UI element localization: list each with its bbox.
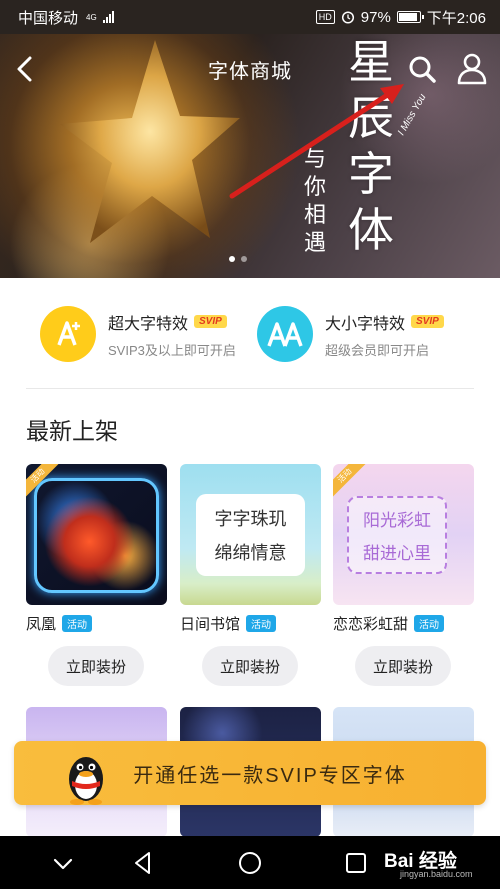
- carousel-dots: [229, 256, 247, 262]
- carousel-dot[interactable]: [241, 256, 247, 262]
- svip-badge: SVIP: [411, 315, 444, 328]
- battery-icon: [396, 11, 424, 23]
- carrier-label: 中国移动: [18, 9, 79, 27]
- activity-tag: 活动: [414, 615, 445, 632]
- font-name: 日间书馆: [180, 616, 241, 633]
- divider: [26, 388, 474, 389]
- size-text-icon: [257, 306, 313, 362]
- alarm-icon: [341, 11, 354, 24]
- hd-badge: HD: [315, 10, 335, 24]
- feature-name: 超大字特效: [108, 315, 189, 333]
- preview-line: 字字珠玑: [214, 509, 287, 530]
- activity-tag: 活动: [62, 615, 93, 632]
- feature-name: 大小字特效: [325, 315, 406, 333]
- feature-sub: 超级会员即可开启: [325, 342, 430, 358]
- preview-line: 甜进心里: [363, 544, 431, 564]
- font-preview-daytime-library[interactable]: 字字珠玑 绵绵情意: [180, 464, 321, 605]
- recents-square-icon[interactable]: [341, 848, 371, 878]
- font-card: 字字珠玑 绵绵情意 日间书馆 活动 立即装扮: [180, 464, 321, 686]
- section-title: 最新上架: [26, 418, 118, 444]
- svip-promo-banner[interactable]: 开通任选一款SVIP专区字体: [14, 741, 486, 805]
- signal-icon: [102, 11, 114, 23]
- network-label: 4G: [86, 12, 97, 22]
- font-card: 活动 凤凰 活动 立即装扮: [26, 464, 167, 686]
- clock: 下午2:06: [426, 9, 486, 27]
- status-bar: 中国移动 4G HD 97% 下午2:06: [0, 0, 500, 34]
- preview-line: 阳光彩虹: [363, 511, 431, 531]
- battery-percent: 97%: [360, 8, 391, 26]
- promo-text: 开通任选一款SVIP专区字体: [133, 764, 407, 787]
- font-preview-rainbow[interactable]: 阳光彩虹 甜进心里 活动: [333, 464, 474, 605]
- apply-button[interactable]: 立即装扮: [48, 646, 144, 686]
- huge-text-icon: [40, 306, 96, 362]
- feature-huge-text[interactable]: 超大字特效 SVIP SVIP3及以上即可开启: [40, 302, 236, 366]
- feature-size-text[interactable]: 大小字特效 SVIP 超级会员即可开启: [257, 302, 444, 366]
- feature-row: 超大字特效 SVIP SVIP3及以上即可开启 大小字特效 SVIP 超级会员即可开…: [0, 278, 500, 388]
- banner-carousel[interactable]: 字体商城 星辰字体 与你相遇 I Miss You: [0, 34, 500, 278]
- font-card: 阳光彩虹 甜进心里 活动 恋恋彩虹甜 活动 立即装扮: [333, 464, 474, 686]
- svip-badge: SVIP: [194, 315, 227, 328]
- annotation-arrow: [229, 84, 404, 199]
- chevron-down-icon[interactable]: [48, 848, 78, 878]
- preview-card: 阳光彩虹 甜进心里: [347, 496, 447, 574]
- feature-sub: SVIP3及以上即可开启: [108, 342, 236, 358]
- back-triangle-icon[interactable]: [128, 848, 158, 878]
- apply-button[interactable]: 立即装扮: [355, 646, 451, 686]
- font-name: 凤凰: [26, 616, 57, 633]
- apply-button[interactable]: 立即装扮: [202, 646, 298, 686]
- carousel-dot-active[interactable]: [229, 256, 235, 262]
- glow-frame: [34, 478, 159, 593]
- font-name: 恋恋彩虹甜: [333, 616, 409, 633]
- home-circle-icon[interactable]: [235, 848, 265, 878]
- preview-card: 字字珠玑 绵绵情意: [196, 494, 305, 576]
- activity-tag: 活动: [246, 615, 277, 632]
- watermark-url: jingyan.baidu.com: [400, 869, 473, 879]
- preview-line: 绵绵情意: [214, 543, 287, 564]
- font-preview-phoenix[interactable]: 活动: [26, 464, 167, 605]
